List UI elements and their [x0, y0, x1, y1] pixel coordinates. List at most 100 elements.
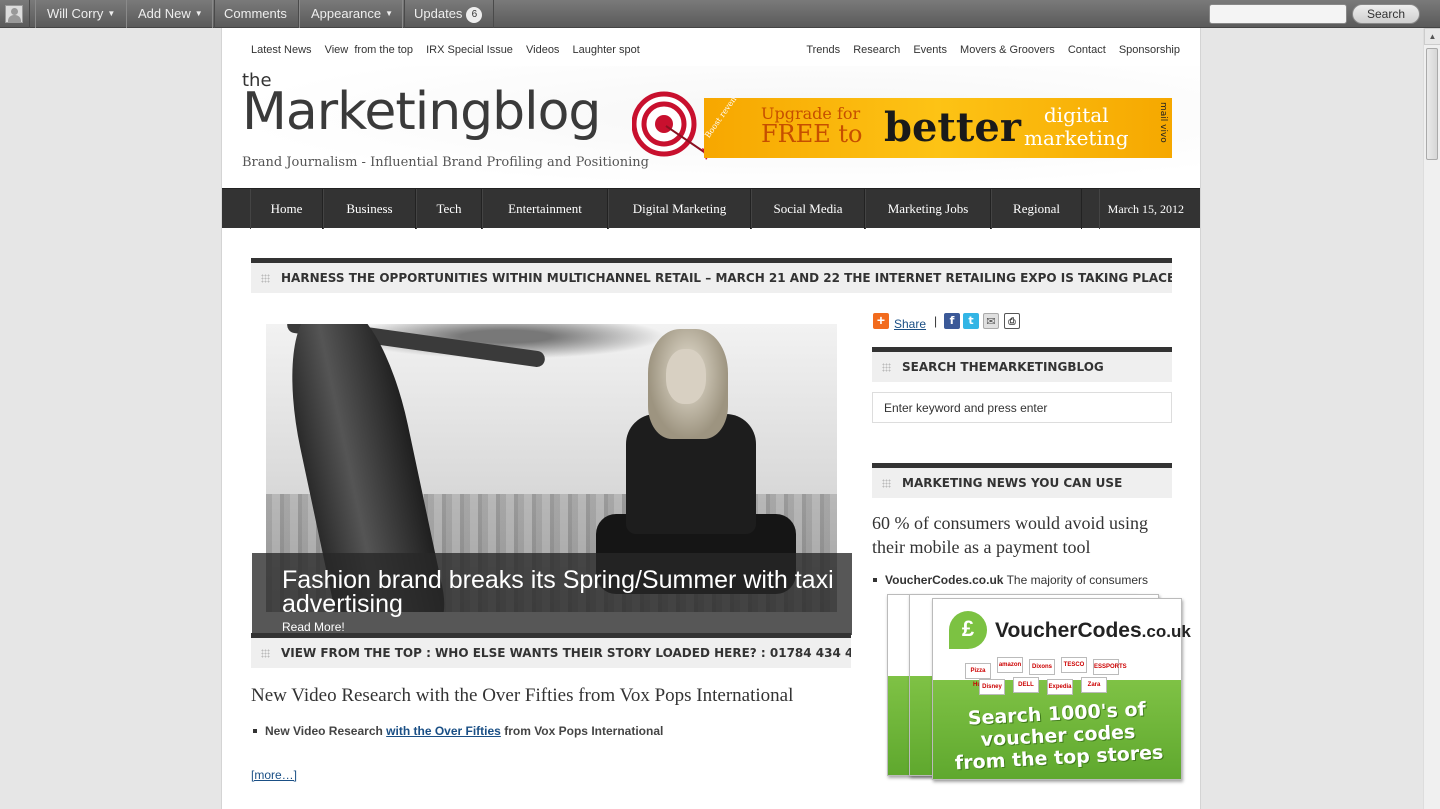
search-heading: SEARCH THEMARKETINGBLOG — [872, 347, 1172, 382]
toplink-view-from-the-top[interactable]: View from the top — [325, 44, 413, 56]
caret-down-icon: ▼ — [194, 9, 203, 18]
store-logo: DELL — [1013, 677, 1039, 693]
store-logo: Expedia — [1047, 679, 1073, 695]
user-menu[interactable]: Will Corry ▼ — [35, 0, 128, 28]
share-plus-icon[interactable]: + — [873, 313, 889, 329]
grip-icon — [261, 274, 270, 283]
print-icon[interactable]: ⎙ — [1004, 313, 1020, 329]
nav-entertainment[interactable]: Entertainment — [482, 189, 608, 229]
nav-digital-marketing[interactable]: Digital Marketing — [608, 189, 751, 229]
toplink-laughter-spot[interactable]: Laughter spot — [573, 44, 640, 56]
store-logos: Pizza Hut amazon Dixons TESCO ESSPORTS D… — [961, 657, 1161, 697]
store-logo: Dixons — [1029, 659, 1055, 675]
toplink-sponsorship[interactable]: Sponsorship — [1119, 44, 1180, 56]
store-logo: Zara — [1081, 677, 1107, 693]
view-from-top-text: VIEW FROM THE TOP : WHO ELSE WANTS THEIR… — [281, 646, 851, 660]
twitter-icon[interactable]: t — [963, 313, 979, 329]
voucher-slogan: Search 1000's of voucher codes from the … — [954, 698, 1164, 775]
featured-caption: Fashion brand breaks its Spring/Summer w… — [252, 553, 852, 635]
add-new-menu[interactable]: Add New ▼ — [126, 0, 215, 28]
nav-tech[interactable]: Tech — [416, 189, 482, 229]
voucher-logo: VoucherCodes.co.uk — [995, 619, 1191, 643]
email-icon[interactable]: ✉ — [983, 313, 999, 329]
voucher-codes-ad[interactable]: £ VoucherCodes.co.uk Pizza Hut amazon Di… — [887, 594, 1191, 784]
comments-link[interactable]: Comments — [212, 0, 299, 28]
updates-label: Updates — [414, 6, 463, 21]
comments-label: Comments — [224, 6, 287, 21]
share-separator: | — [934, 314, 938, 328]
news-excerpt-text: The majority of consumers — [1003, 573, 1148, 587]
store-logo: TESCO — [1061, 657, 1087, 673]
banner-digital-line2: marketing — [1024, 126, 1129, 150]
post-excerpt-pre: New Video Research — [265, 724, 387, 738]
grip-icon — [882, 363, 891, 372]
ticker-heading[interactable]: HARNESS THE OPPORTUNITIES WITHIN MULTICH… — [251, 258, 1172, 293]
site-tagline: Brand Journalism - Influential Brand Pro… — [242, 155, 649, 170]
nav-regional[interactable]: Regional — [991, 189, 1082, 229]
post-excerpt-post: from Vox Pops International — [500, 724, 664, 738]
news-heading: MARKETING NEWS YOU CAN USE — [872, 463, 1172, 498]
share-link[interactable]: Share — [894, 317, 926, 331]
grip-icon — [882, 479, 891, 488]
news-title-link[interactable]: 60 % of consumers would avoid using thei… — [872, 511, 1182, 559]
banner-digital: digital marketing — [1024, 104, 1129, 150]
admin-bar: Will Corry ▼ Add New ▼ Comments Appearance… — [0, 0, 1440, 28]
voucher-card-front: £ VoucherCodes.co.uk Pizza Hut amazon Di… — [932, 598, 1191, 780]
banner-upgrade-line2: FREE to — [761, 120, 863, 148]
store-logo: amazon — [997, 657, 1023, 673]
caret-down-icon: ▼ — [107, 9, 116, 18]
toplink-events[interactable]: Events — [913, 44, 947, 56]
main-nav: Home Business Tech Entertainment Digital… — [222, 188, 1200, 229]
read-more-link[interactable]: Read More! — [282, 620, 345, 634]
voucher-brand: VoucherCodes — [995, 619, 1142, 642]
bullet — [873, 578, 877, 582]
toplink-videos[interactable]: Videos — [526, 44, 559, 56]
admin-search-input[interactable] — [1209, 4, 1347, 24]
view-from-top-heading[interactable]: VIEW FROM THE TOP : WHO ELSE WANTS THEIR… — [251, 633, 851, 668]
post-more-link[interactable]: [more…] — [251, 768, 297, 782]
toplink-latest-news[interactable]: Latest News — [251, 44, 312, 56]
site-logo[interactable]: the Marketingblog Brand Journalism - Inf… — [242, 70, 712, 180]
scroll-up-icon[interactable]: ▲ — [1424, 28, 1440, 45]
post-title-link[interactable]: New Video Research with the Over Fifties… — [251, 685, 793, 707]
caret-down-icon: ▼ — [385, 9, 394, 18]
featured-title-link[interactable]: Fashion brand breaks its Spring/Summer w… — [282, 568, 852, 617]
banner-brand: mail vivo — [1158, 102, 1168, 143]
avatar[interactable] — [0, 0, 30, 28]
admin-search-button[interactable]: Search — [1352, 4, 1420, 24]
scrollbar-thumb[interactable] — [1426, 48, 1438, 160]
page-container: Latest News View from the top IRX Specia… — [221, 28, 1201, 809]
updates-count-badge: 6 — [466, 7, 483, 23]
nav-marketing-jobs[interactable]: Marketing Jobs — [865, 189, 991, 229]
sidebar-search-input[interactable] — [872, 392, 1172, 423]
toplink-movers-groovers[interactable]: Movers & Groovers — [960, 44, 1055, 56]
toplink-contact[interactable]: Contact — [1068, 44, 1106, 56]
logo-wordmark: Marketingblog — [242, 82, 601, 142]
top-links-left: Latest News View from the top IRX Specia… — [251, 44, 650, 56]
appearance-label: Appearance — [311, 6, 382, 21]
voucher-brand-suffix: .co.uk — [1141, 622, 1191, 641]
pound-icon: £ — [949, 611, 987, 649]
news-heading-text: MARKETING NEWS YOU CAN USE — [902, 476, 1123, 490]
nav-social-media[interactable]: Social Media — [751, 189, 865, 229]
toplink-research[interactable]: Research — [853, 44, 900, 56]
appearance-menu[interactable]: Appearance ▼ — [299, 0, 406, 28]
store-logo: Disney — [979, 679, 1005, 695]
ticker-text: HARNESS THE OPPORTUNITIES WITHIN MULTICH… — [281, 271, 1172, 285]
post-excerpt-link[interactable]: with the Over Fifties — [386, 724, 501, 738]
top-links-right: Trends Research Events Movers & Groovers… — [806, 44, 1180, 56]
nav-home[interactable]: Home — [250, 189, 323, 229]
facebook-icon[interactable]: f — [944, 313, 960, 329]
bullet — [253, 729, 257, 733]
banner-tag: Boost revenue — [704, 98, 744, 140]
banner-ad[interactable]: Boost revenue Upgrade for FREE to better… — [704, 98, 1172, 158]
nav-business[interactable]: Business — [323, 189, 416, 229]
news-source: VoucherCodes.co.uk — [885, 573, 1004, 587]
banner-better: better — [884, 104, 1021, 151]
toplink-irx-special-issue[interactable]: IRX Special Issue — [426, 44, 513, 56]
user-icon — [5, 5, 23, 23]
updates-link[interactable]: Updates 6 — [402, 0, 495, 28]
news-excerpt: VoucherCodes.co.uk The majority of consu… — [873, 573, 1148, 587]
toplink-trends[interactable]: Trends — [806, 44, 840, 56]
page-scrollbar[interactable]: ▲ — [1423, 28, 1440, 809]
